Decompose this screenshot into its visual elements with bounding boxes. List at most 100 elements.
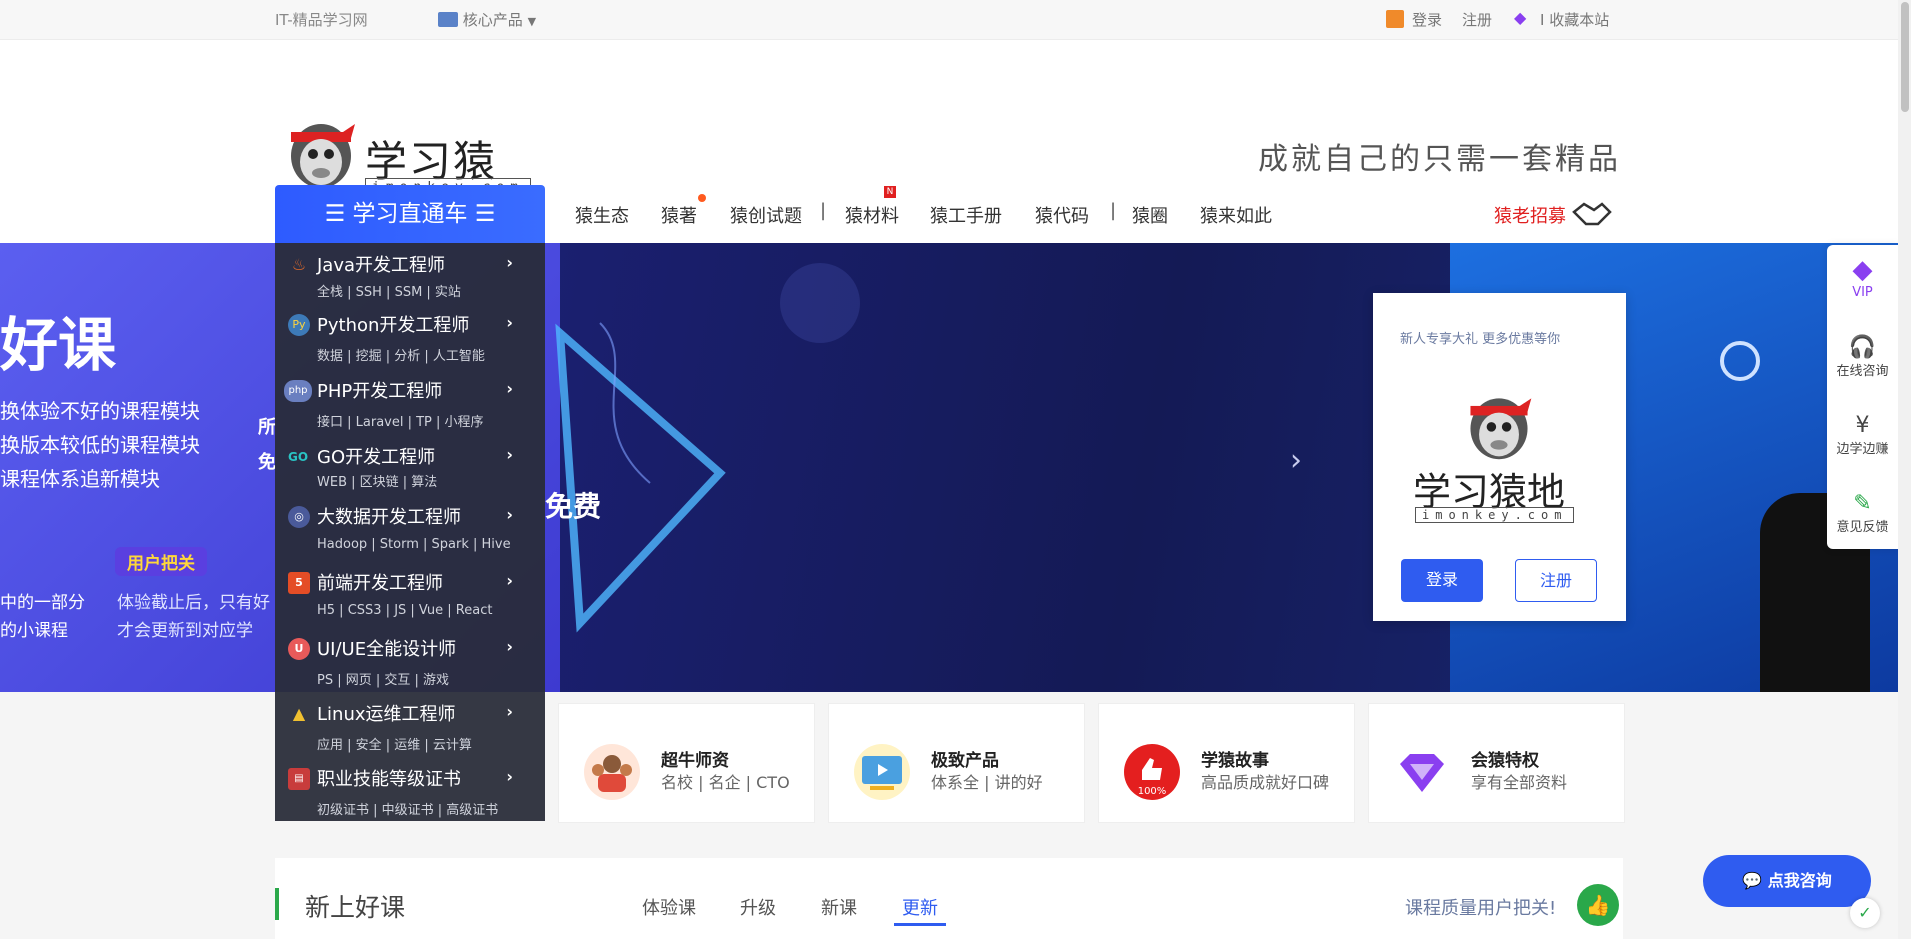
nav-item-recruit[interactable]: 猿老招募	[1494, 202, 1566, 228]
thumbs-up-icon: 👍	[1577, 884, 1619, 926]
tab-upgrade[interactable]: 升级	[740, 894, 776, 920]
feature-card-product[interactable]: 极致产品 体系全 | 讲的好	[828, 703, 1085, 823]
header-slogan: 成就自己的只需一套精品	[1258, 142, 1621, 177]
menu-item-title: Python开发工程师	[317, 315, 470, 336]
menu-item-certificate[interactable]: ▤ 职业技能等级证书 › 初级证书 | 中级证书 | 高级证书	[275, 761, 545, 827]
chevron-right-icon: ›	[506, 379, 513, 398]
earn-entry[interactable]: ¥ 边学边赚	[1827, 413, 1898, 457]
scrollbar-thumb[interactable]	[1901, 2, 1909, 112]
consult-float-button[interactable]: 💬 点我咨询	[1703, 855, 1871, 907]
chevron-right-icon: ›	[506, 445, 513, 464]
feature-title: 超牛师资	[661, 751, 729, 771]
chevron-down-icon: ▼	[527, 15, 537, 28]
banner-mid-b: 才会更新到对应学	[117, 621, 253, 641]
feature-subtitle: 高品质成就好口碑	[1201, 773, 1330, 792]
menu-item-title: 大数据开发工程师	[317, 507, 461, 528]
menu-item-sub: 接口 | Laravel | TP | 小程序	[317, 415, 484, 430]
gift-icon	[1386, 10, 1404, 28]
core-products-menu[interactable]: 核心产品 ▼	[438, 9, 536, 30]
vip-diamond-icon: ◆	[1852, 255, 1873, 285]
online-consult-entry[interactable]: 🎧 在线咨询	[1827, 335, 1898, 379]
site-logo[interactable]: 学习猿地 imonkey.com	[285, 80, 535, 247]
menu-item-bigdata[interactable]: ◎ 大数据开发工程师 › Hadoop | Storm | Spark | Hi…	[275, 499, 545, 565]
consult-label: 点我咨询	[1767, 871, 1832, 890]
feature-subtitle: 享有全部资料	[1471, 773, 1568, 792]
page-scrollbar[interactable]	[1898, 0, 1911, 939]
nav-item-story[interactable]: 猿来如此	[1200, 202, 1272, 228]
banner-line-1: 换体验不好的课程模块	[0, 399, 200, 423]
diamond-icon: ◆	[1514, 8, 1527, 27]
menu-item-linux[interactable]: ▲ Linux运维工程师 › 应用 | 安全 | 运维 | 云计算	[275, 696, 545, 762]
chat-icon: 💬	[1742, 871, 1763, 890]
vip-diamond-icon	[1394, 744, 1450, 800]
ui-icon: U	[288, 638, 310, 660]
top-bar: IT-精品学习网 核心产品 ▼ 登录 注册 ◆ I 收藏本站	[0, 0, 1898, 40]
nav-item-handbook[interactable]: 猿工手册	[930, 202, 1002, 228]
feedback-entry[interactable]: ✎ 意见反馈	[1827, 491, 1898, 535]
banner-free-text: 免费	[545, 490, 602, 523]
login-link[interactable]: 登录	[1412, 9, 1442, 30]
banner-left-a: 中的一部分	[0, 593, 85, 613]
card-register-button[interactable]: 注册	[1515, 559, 1597, 602]
feature-card-story[interactable]: 100% 学猿故事 高品质成就好口碑	[1098, 703, 1355, 823]
menu-item-java[interactable]: ♨ Java开发工程师 › 全栈 | SSH | SSM | 实站	[275, 247, 545, 313]
menu-item-sub: PS | 网页 | 交互 | 游戏	[317, 673, 450, 688]
nav-item-exam[interactable]: 猿创试题	[730, 202, 802, 228]
nav-item-code[interactable]: 猿代码	[1035, 202, 1089, 228]
tab-new[interactable]: 新课	[821, 894, 857, 920]
learning-menu-button[interactable]: ☰ 学习直通车 ☰	[275, 185, 545, 243]
feature-title: 极致产品	[931, 751, 999, 771]
menu-item-sub: WEB | 区块链 | 算法	[317, 475, 438, 490]
bookmark-link[interactable]: I 收藏本站	[1540, 9, 1609, 30]
shield-icon[interactable]: ✓	[1850, 898, 1880, 928]
banner-line-3: 课程体系追新模块	[0, 467, 160, 491]
nav-item-works[interactable]: 猿著	[661, 202, 697, 228]
certificate-icon: ▤	[288, 768, 310, 790]
menu-item-title: 前端开发工程师	[317, 573, 443, 594]
nav-item-ecosystem[interactable]: 猿生态	[575, 202, 629, 228]
decorative-ring	[1720, 341, 1760, 381]
menu-item-sub: H5 | CSS3 | JS | Vue | React	[317, 603, 493, 618]
chevron-right-icon: ›	[506, 767, 513, 786]
chevron-right-icon: ›	[506, 253, 513, 272]
tab-update[interactable]: 更新	[902, 894, 938, 920]
vip-entry[interactable]: ◆ VIP	[1827, 255, 1898, 300]
chevron-right-icon: ›	[506, 313, 513, 332]
menu-item-frontend[interactable]: 5 前端开发工程师 › H5 | CSS3 | JS | Vue | React	[275, 565, 545, 631]
yen-icon: ¥	[1855, 413, 1870, 438]
card-login-button[interactable]: 登录	[1401, 559, 1483, 602]
chevron-right-icon: ›	[506, 702, 513, 721]
menu-item-go[interactable]: GO GO开发工程师 › WEB | 区块链 | 算法	[275, 439, 545, 505]
tab-trial[interactable]: 体验课	[642, 894, 696, 920]
nav-item-circle[interactable]: 猿圈	[1132, 202, 1168, 228]
menu-item-python[interactable]: Py Python开发工程师 › 数据 | 挖掘 | 分析 | 人工智能	[275, 307, 545, 373]
site-name[interactable]: IT-精品学习网	[275, 9, 368, 30]
php-icon: php	[284, 380, 312, 402]
feedback-label: 意见反馈	[1836, 520, 1889, 535]
feature-card-vip[interactable]: 会猿特权 享有全部资料	[1368, 703, 1625, 823]
register-link[interactable]: 注册	[1462, 9, 1492, 30]
menu-item-php[interactable]: php PHP开发工程师 › 接口 | Laravel | TP | 小程序	[275, 373, 545, 439]
go-icon: GO	[287, 450, 309, 464]
menu-item-sub: 初级证书 | 中级证书 | 高级证书	[317, 803, 499, 818]
menu-item-title: 职业技能等级证书	[317, 769, 461, 790]
section-title: 新上好课	[305, 893, 406, 922]
html5-icon: 5	[288, 572, 310, 594]
banner-mid-a: 体验截止后，只有好	[117, 593, 270, 613]
menu-item-title: Linux运维工程师	[317, 704, 456, 725]
next-slide-arrow-icon[interactable]: ›	[1290, 443, 1302, 478]
feature-title: 会猿特权	[1471, 751, 1539, 771]
decorative-circle	[780, 263, 860, 343]
feature-card-teachers[interactable]: 超牛师资 名校 | 名企 | CTO	[558, 703, 815, 823]
new-badge-icon: N	[884, 186, 896, 198]
consult-label: 在线咨询	[1836, 364, 1889, 379]
active-tab-underline	[894, 923, 946, 926]
nav-item-materials[interactable]: 猿材料	[845, 202, 899, 228]
feature-title: 学猿故事	[1201, 751, 1269, 771]
menu-item-title: GO开发工程师	[317, 447, 436, 468]
bigdata-icon: ◎	[288, 506, 310, 528]
python-icon: Py	[288, 314, 310, 336]
quality-slogan: 课程质量用户把关!	[1405, 898, 1557, 919]
card-logo-domain: imonkey.com	[1415, 507, 1575, 523]
menu-item-ui[interactable]: U UI/UE全能设计师 › PS | 网页 | 交互 | 游戏	[275, 631, 545, 697]
